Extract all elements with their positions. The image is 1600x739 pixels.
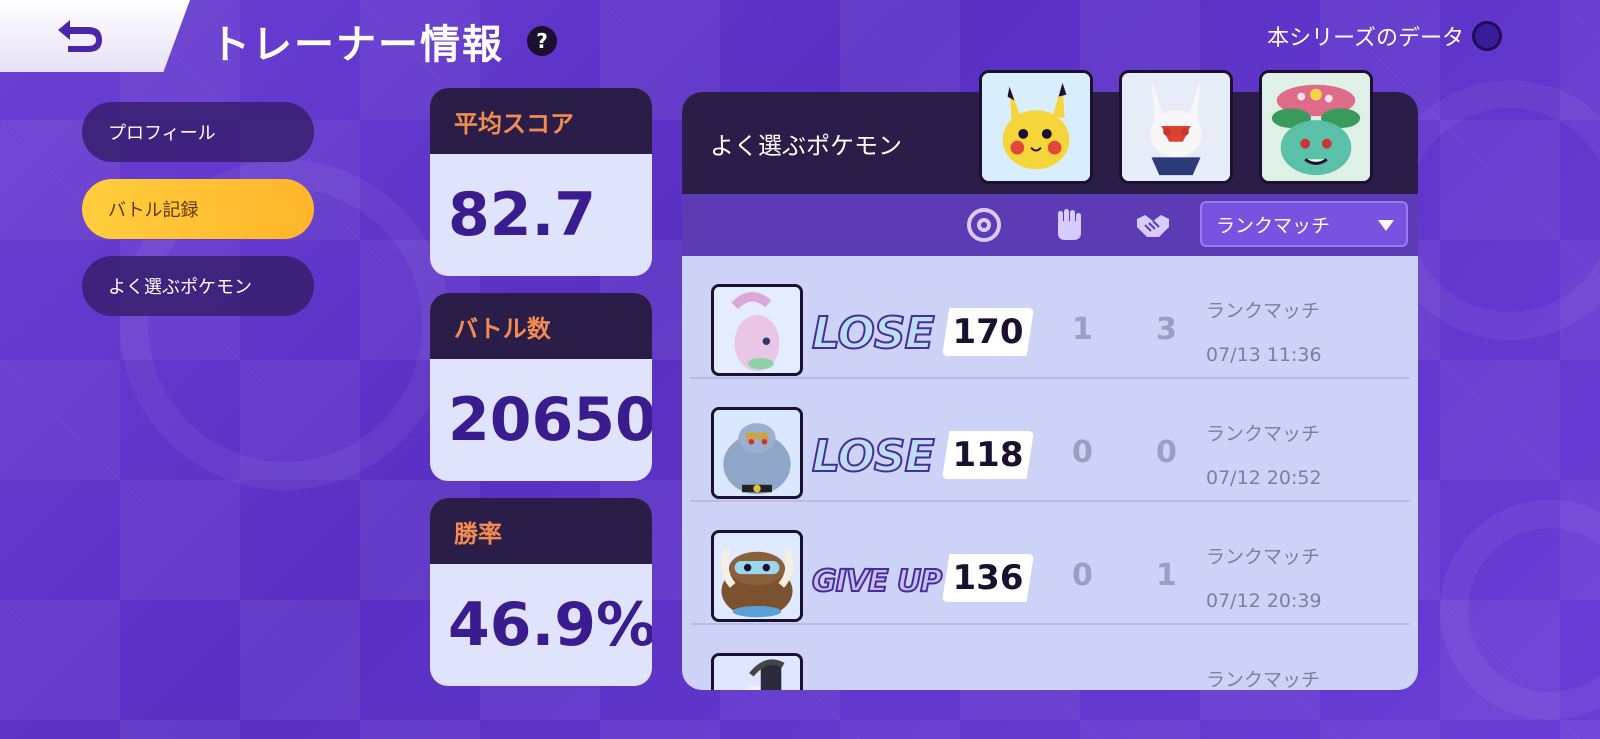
score-icon [965,206,1003,244]
ko-count: 1 [1072,312,1093,347]
venusaur-portrait[interactable] [1259,70,1373,184]
ko-fist-icon [1050,206,1088,244]
battle-count-label: バトル数 [430,293,652,359]
win-rate-card: 勝率 46.9% [430,498,652,686]
ko-count: 0 [1072,435,1093,470]
match-date: 07/13 11:36 [1206,344,1322,366]
table-row[interactable]: LOSE 118 0 0 ランクマッチ 07/12 20:52 [690,379,1410,502]
sidebar-item-favorite-pokemon[interactable]: よく選ぶポケモン [82,256,314,316]
avg-score-label: 平均スコア [430,88,652,154]
battle-record-list[interactable]: LOSE 170 1 3 ランクマッチ 07/13 11:36 LOSE 118… [682,256,1418,690]
filter-bar: ランクマッチ [682,194,1418,256]
win-rate-label: 勝率 [430,498,652,564]
ko-count: 0 [1072,558,1093,593]
pikachu-portrait[interactable] [979,70,1093,184]
mamoswine-portrait [711,530,803,622]
battle-count-card: バトル数 20650 [430,293,652,481]
score-value: 170 [942,308,1034,356]
season-data-label: 本シリーズのデータ [1267,26,1464,51]
avg-score-card: 平均スコア 82.7 [430,88,652,276]
result-label: GIVE UP [811,563,943,600]
favorite-pokemon-label: よく選ぶポケモン [710,131,902,160]
result-label: LOSE [811,307,936,360]
sidebar: プロフィール バトル記録 よく選ぶポケモン [82,102,314,333]
match-type-dropdown[interactable]: ランクマッチ [1200,201,1408,247]
page-title: トレーナー情報 [210,22,504,68]
sidebar-item-label: プロフィール [108,123,216,144]
absol-portrait [711,653,803,690]
match-type-selected: ランクマッチ [1216,214,1331,237]
help-icon[interactable]: ? [527,26,557,56]
assist-count: 1 [1156,558,1177,593]
avg-score-value: 82.7 [448,180,597,250]
result-label: LOSE [811,430,936,483]
toggle-circle-icon[interactable] [1472,21,1502,51]
background-ring [1440,500,1600,720]
table-row[interactable]: ランクマッチ [690,625,1410,690]
match-date: 07/12 20:52 [1206,467,1322,489]
sidebar-item-label: よく選ぶポケモン [108,277,252,298]
score-value: 118 [942,431,1034,479]
stats-column: 平均スコア 82.7 バトル数 20650 勝率 46.9% [430,88,652,703]
favorite-pokemon-list [979,70,1373,184]
assist-count: 3 [1156,312,1177,347]
assist-count: 0 [1156,435,1177,470]
battle-count-value: 20650 [448,385,652,455]
sidebar-item-profile[interactable]: プロフィール [82,102,314,162]
match-date: 07/12 20:39 [1206,590,1322,612]
match-mode: ランクマッチ [1206,546,1321,568]
back-arrow-icon [52,14,108,58]
machamp-portrait [711,407,803,499]
table-row[interactable]: LOSE 170 1 3 ランクマッチ 07/13 11:36 [690,256,1410,379]
assist-handshake-icon [1134,206,1172,244]
win-rate-value: 46.9% [448,590,652,660]
match-mode: ランクマッチ [1206,423,1321,445]
cinderace-portrait[interactable] [1119,70,1233,184]
chevron-down-icon [1378,220,1394,231]
goodra-portrait [711,284,803,376]
sidebar-item-label: バトル記録 [108,200,199,221]
table-row[interactable]: GIVE UP 136 0 1 ランクマッチ 07/12 20:39 [690,502,1410,625]
sidebar-item-battle-record[interactable]: バトル記録 [82,179,314,239]
match-mode: ランクマッチ [1206,300,1321,322]
match-mode: ランクマッチ [1206,669,1321,690]
score-value: 136 [942,554,1034,602]
season-data-toggle[interactable]: 本シリーズのデータ [1267,20,1502,52]
back-button[interactable] [0,0,190,72]
